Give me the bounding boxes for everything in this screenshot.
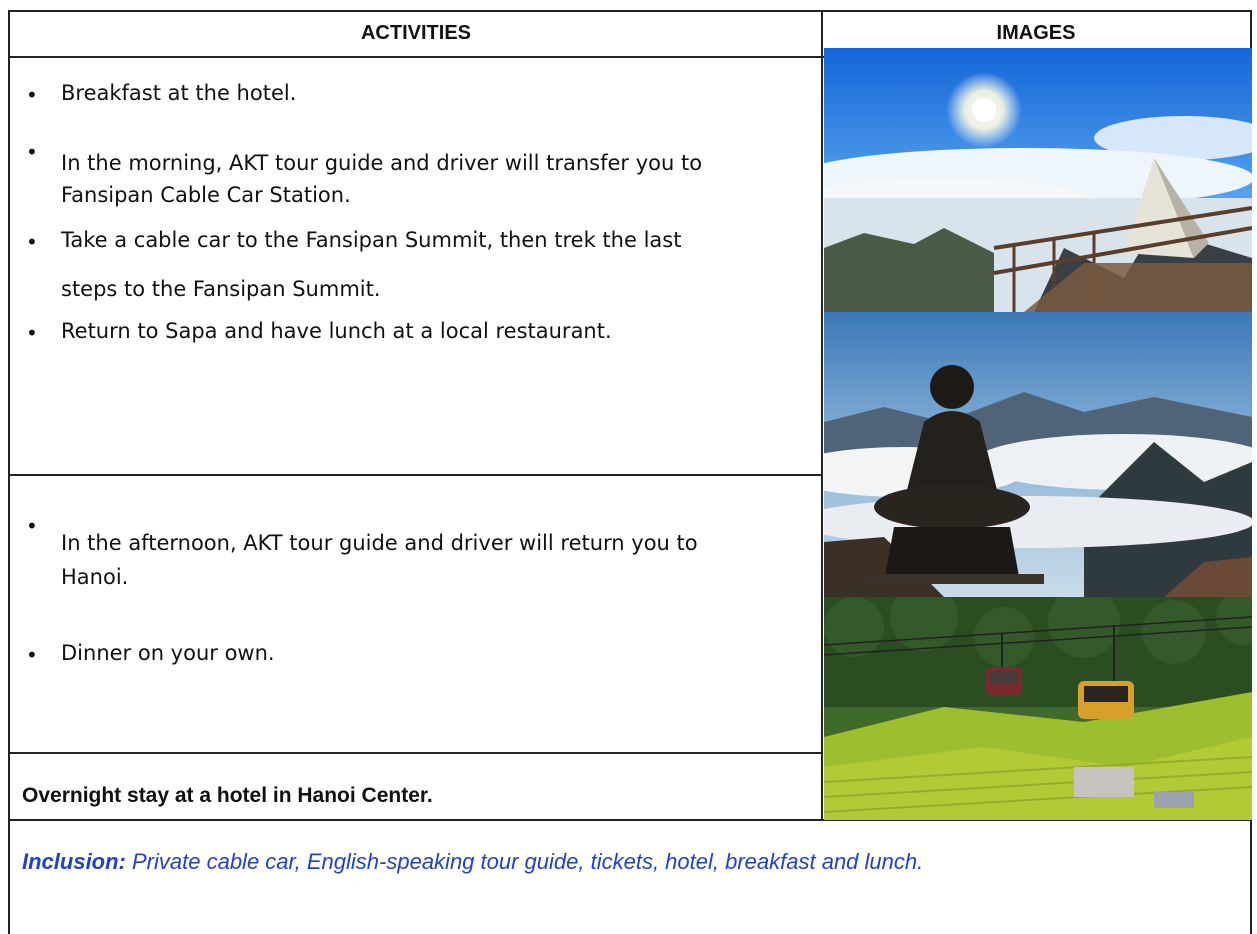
bullet: • [26,83,38,107]
activity-item-continued: steps to the Fansipan Summit. [61,277,381,301]
bullet: • [26,230,38,254]
activity-item: In the morning, AKT tour guide and drive… [61,151,703,175]
activity-item: In the afternoon, AKT tour guide and dri… [61,531,698,555]
column-divider [821,10,823,820]
activity-item: Return to Sapa and have lunch at a local… [61,319,612,343]
bullet: • [26,140,38,164]
row-divider-morning [10,474,822,476]
row-divider-afternoon [10,752,822,754]
cable-car-photo [824,597,1252,820]
activity-item: Breakfast at the hotel. [61,81,297,105]
inclusion-label: Inclusion: [22,849,126,874]
activity-item-continued: Fansipan Cable Car Station. [61,183,351,207]
activity-item-continued: Hanoi. [61,565,129,589]
summit-photo [824,48,1252,312]
buddha-statue-photo [824,312,1252,597]
bullet: • [26,643,38,667]
activities-header: ACTIVITIES [10,10,822,58]
activity-item: Take a cable car to the Fansipan Summit,… [61,228,682,252]
bullet: • [26,321,38,345]
inclusion-text: Private cable car, English-speaking tour… [125,849,924,874]
bullet: • [26,514,38,538]
overnight-note: Overnight stay at a hotel in Hanoi Cente… [22,784,433,807]
activity-item: Dinner on your own. [61,641,275,665]
inclusion-note: Inclusion: Private cable car, English-sp… [22,849,923,875]
